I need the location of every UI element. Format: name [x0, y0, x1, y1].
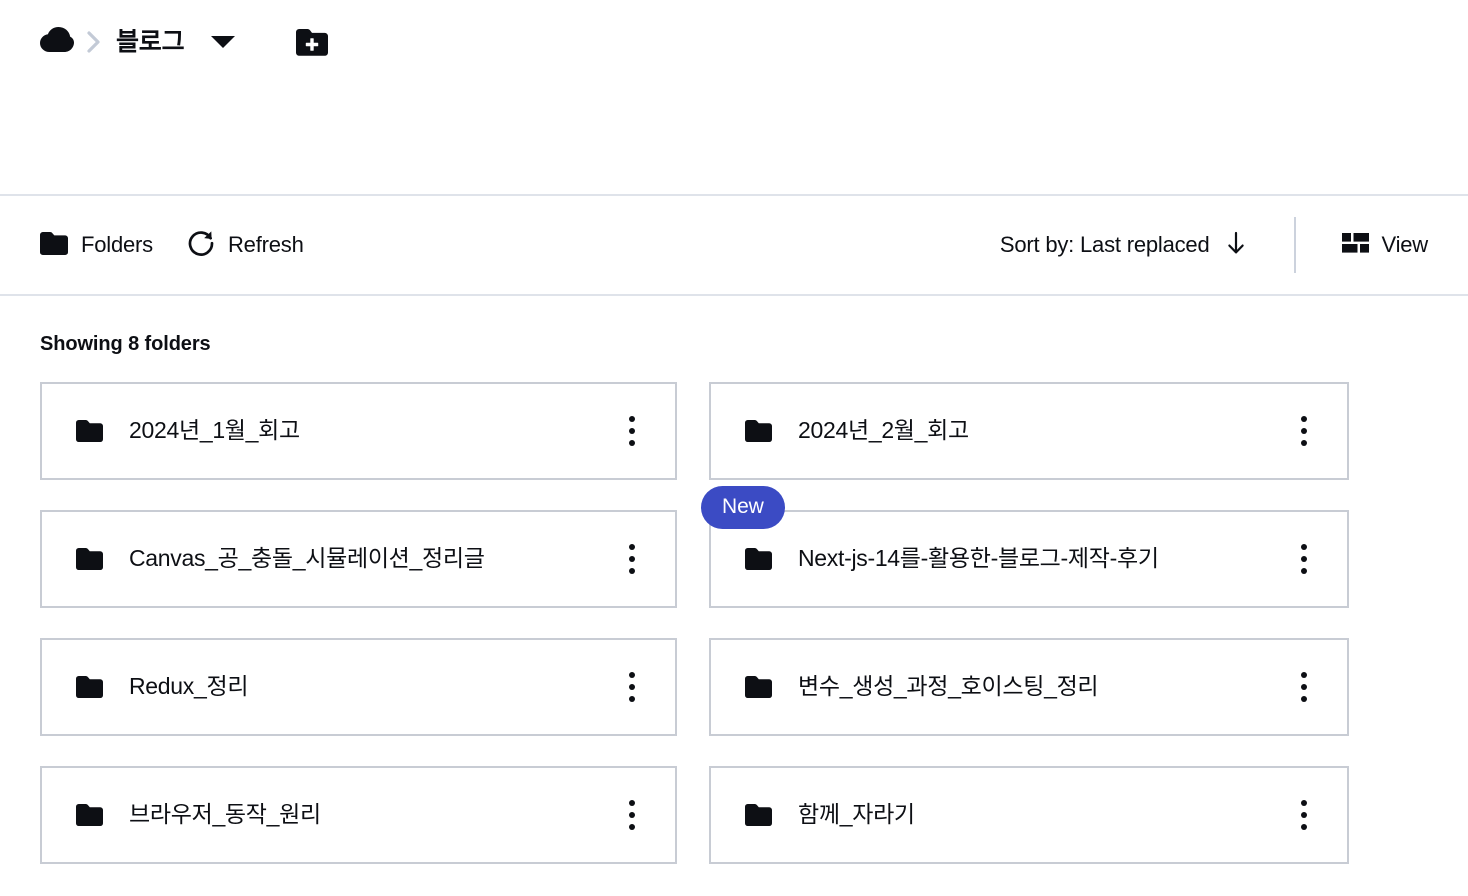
- folder-icon: [76, 420, 103, 442]
- folder-icon: [76, 676, 103, 698]
- view-button[interactable]: View: [1341, 232, 1429, 257]
- folders-button-label: Folders: [81, 232, 153, 257]
- more-vertical-icon[interactable]: [1287, 667, 1321, 707]
- breadcrumb-current-folder[interactable]: 블로그: [116, 29, 185, 55]
- view-button-label: View: [1381, 232, 1429, 257]
- folder-icon: [745, 420, 772, 442]
- folder-grid: 2024년_1월_회고 2024년_2월_회고 Canvas_공_충돌_시뮬레이션_…: [40, 382, 1428, 864]
- more-vertical-icon[interactable]: [615, 795, 649, 835]
- folder-card-name: 2024년_1월_회고: [129, 418, 300, 444]
- folder-card[interactable]: 2024년_1월_회고: [40, 382, 677, 480]
- folder-card[interactable]: 변수_생성_과정_호이스팅_정리: [709, 638, 1349, 736]
- folder-icon: [745, 548, 772, 570]
- folder-card-name: Next-js-14를-활용한-블로그-제작-후기: [798, 546, 1159, 572]
- sort-by-label: Sort by: Last replaced: [999, 232, 1210, 257]
- folder-card[interactable]: Canvas_공_충돌_시뮬레이션_정리글: [40, 510, 677, 608]
- breadcrumb: 블로그: [40, 18, 329, 66]
- folder-card[interactable]: 함께_자라기: [709, 766, 1349, 864]
- folder-card[interactable]: 브라우저_동작_원리: [40, 766, 677, 864]
- folder-card-wrapper: 변수_생성_과정_호이스팅_정리: [709, 638, 1349, 736]
- showing-count: Showing 8 folders: [40, 333, 211, 355]
- more-vertical-icon[interactable]: [615, 411, 649, 451]
- folder-card-wrapper: 2024년_2월_회고: [709, 382, 1349, 480]
- more-vertical-icon[interactable]: [615, 667, 649, 707]
- folder-card-name: 브라우저_동작_원리: [129, 802, 321, 828]
- folder-card-wrapper: 함께_자라기: [709, 766, 1349, 864]
- arrow-down-icon: [1226, 231, 1246, 259]
- toolbar-divider: [1293, 217, 1296, 273]
- content-area: Showing 8 folders 2024년_1월_회고 2024년_2월_회고…: [0, 334, 1468, 864]
- cloud-icon[interactable]: [40, 26, 74, 58]
- folder-card[interactable]: Next-js-14를-활용한-블로그-제작-후기: [709, 510, 1349, 608]
- layout-grid-icon: [1341, 233, 1369, 257]
- chevron-right-icon: [86, 30, 102, 54]
- folder-card[interactable]: Redux_정리: [40, 638, 677, 736]
- sort-by-button[interactable]: Sort by: Last replaced: [1000, 231, 1246, 259]
- folder-icon: [745, 676, 772, 698]
- new-folder-button[interactable]: [296, 28, 329, 56]
- folder-icon: [76, 548, 103, 570]
- folder-icon: [745, 804, 772, 826]
- folder-icon: [76, 804, 103, 826]
- more-vertical-icon[interactable]: [1287, 539, 1321, 579]
- folder-card[interactable]: 2024년_2월_회고: [709, 382, 1349, 480]
- more-vertical-icon[interactable]: [615, 539, 649, 579]
- folder-card-wrapper: Canvas_공_충돌_시뮬레이션_정리글: [40, 510, 677, 608]
- folder-card-wrapper: New Next-js-14를-활용한-블로그-제작-후기: [701, 486, 1349, 608]
- refresh-button[interactable]: Refresh: [187, 229, 304, 261]
- folder-card-wrapper: 2024년_1월_회고: [40, 382, 677, 480]
- folder-icon: [40, 231, 68, 259]
- page-header: 블로그: [0, 0, 1468, 194]
- folder-card-name: Canvas_공_충돌_시뮬레이션_정리글: [129, 546, 485, 572]
- toolbar-left-group: Folders Refresh: [40, 229, 304, 261]
- toolbar: Folders Refresh Sort by: Last replaced V…: [0, 194, 1468, 296]
- folder-card-wrapper: 브라우저_동작_원리: [40, 766, 677, 864]
- folder-card-name: 변수_생성_과정_호이스팅_정리: [798, 674, 1099, 700]
- toolbar-right-group: Sort by: Last replaced View: [1000, 217, 1428, 273]
- more-vertical-icon[interactable]: [1287, 411, 1321, 451]
- folder-card-wrapper: Redux_정리: [40, 638, 677, 736]
- refresh-icon: [187, 229, 215, 261]
- caret-down-icon[interactable]: [210, 34, 236, 50]
- folder-card-name: Redux_정리: [129, 674, 249, 700]
- folders-button[interactable]: Folders: [40, 231, 153, 259]
- more-vertical-icon[interactable]: [1287, 795, 1321, 835]
- folder-card-name: 함께_자라기: [798, 802, 915, 828]
- refresh-button-label: Refresh: [227, 232, 304, 257]
- folder-card-name: 2024년_2월_회고: [798, 418, 969, 444]
